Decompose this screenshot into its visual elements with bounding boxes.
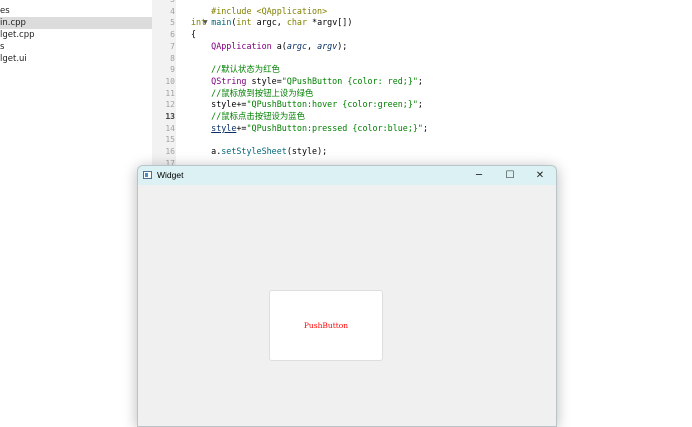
- line-number: 8: [170, 53, 175, 63]
- code-string: "QPushButton {color: red;}": [281, 75, 418, 86]
- window-title-bar[interactable]: Widget ─ ☐ ✕: [138, 166, 556, 185]
- tree-item-widget-ui[interactable]: lget.ui: [0, 53, 152, 65]
- minimize-button[interactable]: ─: [465, 166, 493, 185]
- code-token: argc,: [251, 17, 287, 28]
- code-string: "QPushButton:hover {color:green;}": [246, 99, 418, 110]
- code-token: argc: [286, 40, 307, 51]
- line-number: 12: [165, 100, 175, 110]
- code-token: ;: [417, 99, 423, 110]
- tree-item-label: in.cpp: [0, 18, 26, 28]
- code-line: a.setStyleSheet(style);: [191, 146, 327, 158]
- code-token: style=: [246, 75, 282, 86]
- tree-item-label: es: [0, 6, 10, 16]
- line-number: 15: [165, 135, 175, 145]
- line-number: 11: [165, 88, 175, 98]
- code-comment: //默认状态为红色: [211, 64, 280, 75]
- maximize-button[interactable]: ☐: [496, 166, 524, 185]
- code-token: argv: [317, 40, 338, 51]
- push-button[interactable]: PushButton: [269, 290, 383, 361]
- line-number: 6: [170, 30, 175, 40]
- project-tree: es in.cpp lget.cpp s lget.ui: [0, 0, 153, 413]
- code-token: main: [211, 17, 232, 28]
- line-number: 14: [165, 123, 175, 133]
- code-token: {: [191, 29, 197, 40]
- line-number: 4: [170, 6, 175, 16]
- window-title: Widget: [157, 170, 184, 180]
- code-line: int main(int argc, char *argv[]): [191, 17, 352, 29]
- close-button[interactable]: ✕: [526, 166, 554, 185]
- line-number: 10: [165, 76, 175, 86]
- app-window-icon: [143, 171, 152, 179]
- code-line: //鼠标放到按钮上设为绿色: [191, 88, 313, 100]
- code-token: QString: [211, 75, 247, 86]
- code-token: style: [211, 99, 237, 110]
- code-token: *argv[]): [307, 17, 353, 28]
- code-token: );: [337, 40, 348, 51]
- line-number: 9: [170, 65, 175, 75]
- code-token: int: [236, 17, 252, 28]
- window-client-area: PushButton: [138, 185, 556, 426]
- code-line: style+="QPushButton:hover {color:green;}…: [191, 99, 423, 111]
- tree-item-label: lget.ui: [0, 54, 27, 64]
- code-line: QApplication a(argc, argv);: [191, 41, 347, 53]
- code-line: #include <QApplication>: [191, 0, 327, 16]
- line-number-current: 13: [165, 112, 175, 121]
- tree-item-label: lget.cpp: [0, 30, 35, 40]
- tree-item-widget-cpp[interactable]: lget.cpp: [0, 29, 152, 41]
- code-line: QString style="QPushButton {color: red;}…: [191, 76, 423, 88]
- code-string: "QPushButton:pressed {color:blue;}": [246, 122, 423, 133]
- code-token: (style);: [286, 146, 328, 157]
- code-line: //默认状态为红色: [191, 64, 280, 76]
- tree-item-label: s: [0, 42, 5, 52]
- code-line: style+="QPushButton:pressed {color:blue;…: [191, 123, 428, 135]
- code-token: a.: [211, 146, 222, 157]
- code-token: int: [191, 17, 207, 28]
- code-token: #include <QApplication>: [211, 5, 328, 16]
- code-token: ,: [307, 40, 318, 51]
- code-line-current: //鼠标点击按钮设为蓝色: [191, 111, 305, 123]
- code-token: style: [211, 122, 237, 133]
- tree-item-es[interactable]: es: [0, 5, 152, 17]
- code-line: {: [191, 29, 196, 41]
- line-number: 5: [170, 18, 175, 28]
- code-token: ;: [417, 75, 423, 86]
- line-number: 16: [165, 147, 175, 157]
- code-token: char: [286, 17, 308, 28]
- code-comment: //鼠标点击按钮设为蓝色: [211, 111, 306, 121]
- code-token: setStyleSheet: [221, 146, 287, 157]
- code-token: +=: [236, 99, 247, 110]
- widget-window: Widget ─ ☐ ✕ PushButton: [137, 165, 557, 427]
- code-token: ;: [422, 122, 429, 133]
- tree-item-s[interactable]: s: [0, 41, 152, 53]
- tree-item-main-cpp[interactable]: in.cpp: [0, 17, 152, 29]
- code-comment: //鼠标放到按钮上设为绿色: [211, 87, 314, 98]
- code-token: +=: [236, 122, 247, 133]
- code-token: a(: [271, 40, 287, 51]
- code-token: QApplication: [211, 40, 272, 51]
- line-number: 7: [170, 41, 175, 51]
